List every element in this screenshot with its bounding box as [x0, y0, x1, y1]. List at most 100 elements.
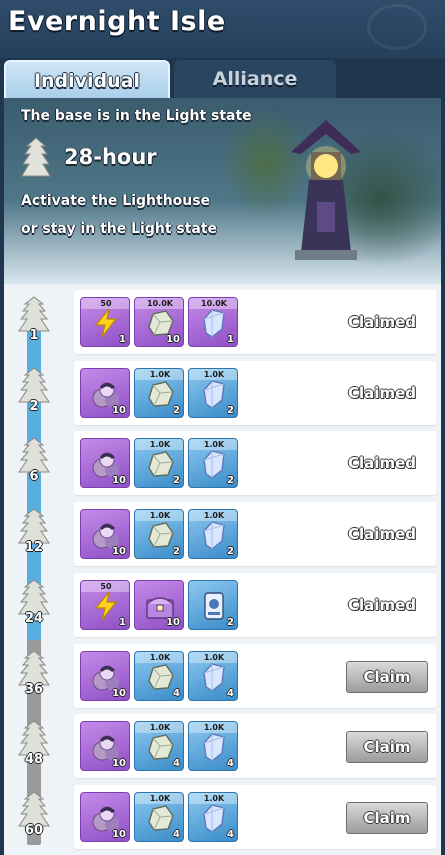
header-emblem-icon: [367, 4, 427, 50]
lighthouse-banner: The base is in the Light state 28-hour A…: [4, 98, 441, 284]
reward-item[interactable]: 1.0K 2: [134, 509, 184, 559]
reward-amount: 1.0K: [189, 722, 237, 733]
reward-amount: 1.0K: [135, 793, 183, 804]
reward-amount: 1.0K: [189, 652, 237, 663]
claimed-label: Claimed: [348, 313, 416, 331]
reward-amount: 1.0K: [189, 510, 237, 521]
reward-amount: 10.0K: [135, 298, 183, 309]
reward-item[interactable]: 1.0K 2: [134, 438, 184, 488]
reward-item[interactable]: 50 1: [80, 580, 130, 630]
crystal-icon: [203, 804, 225, 833]
lighthouse-icon: [291, 120, 361, 260]
tier-milestone-label: 60: [24, 823, 44, 838]
crystal-icon: [203, 309, 225, 338]
tab-bar: Individual Alliance: [4, 58, 441, 98]
tier-milestone-label: 6: [29, 469, 39, 484]
reward-item[interactable]: 10: [134, 580, 184, 630]
lightning-icon: [94, 591, 118, 621]
tier-milestone-label: 12: [24, 540, 44, 555]
reward-item[interactable]: 10: [80, 651, 130, 701]
reward-amount: 50: [81, 298, 129, 309]
reward-item[interactable]: 10: [80, 438, 130, 488]
reward-amount: 10.0K: [189, 298, 237, 309]
reward-amount: 1.0K: [135, 722, 183, 733]
reward-item[interactable]: 1.0K 4: [188, 792, 238, 842]
card-icon: [204, 592, 224, 620]
stone-icon: [148, 734, 174, 760]
reward-quantity: 1: [227, 334, 234, 345]
reward-item[interactable]: 1.0K 2: [188, 438, 238, 488]
reward-item[interactable]: 10.0K 10: [134, 297, 184, 347]
tier-marker: 48: [17, 719, 51, 775]
tier-marker: 12: [17, 507, 51, 563]
reward-tier-row: 10 1.0K 4 1.0K 4 Claim: [74, 714, 436, 778]
claim-button[interactable]: Claim: [346, 661, 428, 693]
tier-marker: 2: [17, 366, 51, 422]
reward-item[interactable]: 2: [188, 580, 238, 630]
tier-milestone-label: 36: [24, 682, 44, 697]
reward-amount: 1.0K: [135, 510, 183, 521]
reward-item[interactable]: 1.0K 4: [188, 721, 238, 771]
tier-milestone-label: 48: [24, 752, 44, 767]
stone-icon: [148, 381, 174, 407]
reward-quantity: 1: [119, 617, 126, 628]
tab-individual[interactable]: Individual: [4, 60, 170, 98]
header-bar: Evernight Isle: [0, 0, 445, 58]
reward-quantity: 2: [227, 475, 234, 486]
crystal-icon: [203, 450, 225, 479]
reward-quantity: 4: [227, 829, 234, 840]
reward-quantity: 2: [227, 546, 234, 557]
reward-quantity: 10: [112, 546, 126, 557]
tab-alliance[interactable]: Alliance: [174, 60, 336, 98]
stone-icon: [148, 522, 174, 548]
reward-quantity: 10: [166, 334, 180, 345]
reward-amount: 1.0K: [189, 439, 237, 450]
reward-item[interactable]: 10.0K 1: [188, 297, 238, 347]
reward-item[interactable]: 1.0K 2: [134, 368, 184, 418]
reward-item[interactable]: 50 1: [80, 297, 130, 347]
rewards-panel: The base is in the Light state 28-hour A…: [4, 98, 441, 855]
reward-amount: 50: [81, 581, 129, 592]
reward-tier-row: 10 1.0K 2 1.0K 2 Claimed: [74, 361, 436, 425]
claimed-label: Claimed: [348, 384, 416, 402]
reward-quantity: 2: [173, 475, 180, 486]
stone-icon: [148, 451, 174, 477]
reward-quantity: 2: [173, 546, 180, 557]
reward-quantity: 10: [166, 617, 180, 628]
reward-amount: 1.0K: [189, 369, 237, 380]
reward-tier-row: 10 1.0K 2 1.0K 2 Claimed: [74, 502, 436, 566]
reward-item[interactable]: 1.0K 4: [134, 721, 184, 771]
reward-tier-row: 50 1 10.0K 10 10.0K 1 Claimed: [74, 290, 436, 354]
reward-quantity: 4: [227, 688, 234, 699]
reward-item[interactable]: 1.0K 2: [188, 509, 238, 559]
tier-marker: 36: [17, 649, 51, 705]
reward-tier-row: 50 1 10 2 Claimed: [74, 573, 436, 637]
hint-line-2: or stay in the Light state: [21, 221, 218, 237]
claim-button[interactable]: Claim: [346, 802, 428, 834]
reward-quantity: 4: [173, 829, 180, 840]
reward-item[interactable]: 10: [80, 509, 130, 559]
crystal-icon: [203, 380, 225, 409]
tier-milestone-label: 1: [29, 328, 39, 343]
reward-amount: 1.0K: [135, 439, 183, 450]
reward-item[interactable]: 10: [80, 368, 130, 418]
reward-item[interactable]: 1.0K 2: [188, 368, 238, 418]
reward-amount: 1.0K: [135, 369, 183, 380]
tier-marker: 24: [17, 578, 51, 634]
crystal-icon: [203, 663, 225, 692]
tier-milestone-label: 2: [29, 399, 39, 414]
claim-button[interactable]: Claim: [346, 731, 428, 763]
reward-item[interactable]: 1.0K 4: [134, 792, 184, 842]
reward-quantity: 10: [112, 688, 126, 699]
crystal-icon: [203, 733, 225, 762]
reward-item[interactable]: 1.0K 4: [134, 651, 184, 701]
reward-quantity: 4: [227, 758, 234, 769]
reward-tier-row: 10 1.0K 2 1.0K 2 Claimed: [74, 431, 436, 495]
tier-marker: 60: [17, 790, 51, 846]
reward-quantity: 2: [227, 617, 234, 628]
reward-item[interactable]: 10: [80, 721, 130, 771]
stone-icon: [148, 664, 174, 690]
reward-tier-row: 10 1.0K 4 1.0K 4 Claim: [74, 785, 436, 849]
reward-item[interactable]: 1.0K 4: [188, 651, 238, 701]
reward-item[interactable]: 10: [80, 792, 130, 842]
